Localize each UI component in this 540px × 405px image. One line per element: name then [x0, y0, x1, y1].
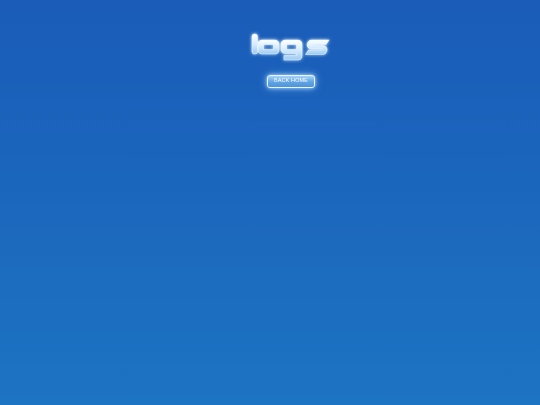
- logs-logo-icon: logs: [251, 33, 330, 61]
- back-home-button[interactable]: BACK HOME: [267, 75, 315, 88]
